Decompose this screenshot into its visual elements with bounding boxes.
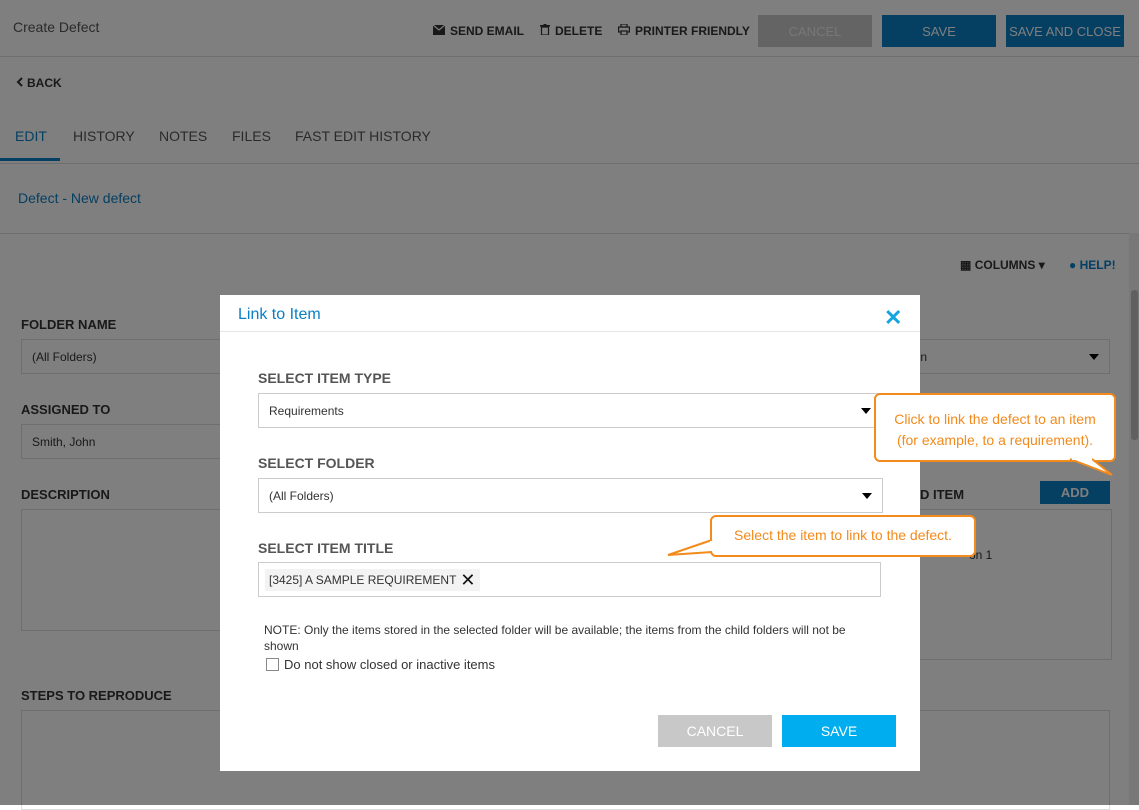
callout-pointer bbox=[667, 539, 714, 556]
add-button-callout: Click to link the defect to an item (for… bbox=[874, 393, 1116, 462]
folder-select[interactable]: (All Folders) bbox=[258, 478, 883, 513]
add-callout-line2: (for example, to a requirement). bbox=[896, 432, 1094, 448]
hide-closed-checkbox-row[interactable]: Do not show closed or inactive items bbox=[266, 657, 495, 672]
caret-down-icon bbox=[862, 493, 872, 499]
dialog-save-button[interactable]: SAVE bbox=[782, 715, 896, 747]
dialog-divider bbox=[220, 331, 920, 332]
close-icon[interactable]: ✕ bbox=[884, 305, 902, 331]
folder-note: NOTE: Only the items stored in the selec… bbox=[264, 623, 846, 653]
add-callout-line1: Click to link the defect to an item bbox=[894, 411, 1096, 427]
callout-pointer bbox=[1069, 455, 1113, 476]
item-title-label: SELECT ITEM TITLE bbox=[258, 540, 394, 556]
folder-value: (All Folders) bbox=[269, 488, 334, 503]
item-type-value: Requirements bbox=[269, 403, 344, 418]
caret-down-icon bbox=[861, 408, 871, 414]
selected-item-chip: [3425] A SAMPLE REQUIREMENT ✕ bbox=[265, 568, 480, 591]
hide-closed-label: Do not show closed or inactive items bbox=[284, 657, 495, 672]
selected-item-label: [3425] A SAMPLE REQUIREMENT bbox=[269, 572, 457, 587]
item-title-select[interactable]: [3425] A SAMPLE REQUIREMENT ✕ bbox=[258, 562, 881, 597]
select-item-callout: Select the item to link to the defect. bbox=[710, 515, 976, 557]
remove-icon[interactable]: ✕ bbox=[460, 571, 475, 589]
dialog-cancel-button[interactable]: CANCEL bbox=[658, 715, 772, 747]
item-type-label: SELECT ITEM TYPE bbox=[258, 370, 392, 386]
dialog-title: Link to Item bbox=[238, 306, 321, 323]
hide-closed-checkbox[interactable] bbox=[266, 658, 279, 671]
folder-label: SELECT FOLDER bbox=[258, 455, 375, 471]
item-type-select[interactable]: Requirements bbox=[258, 393, 882, 428]
